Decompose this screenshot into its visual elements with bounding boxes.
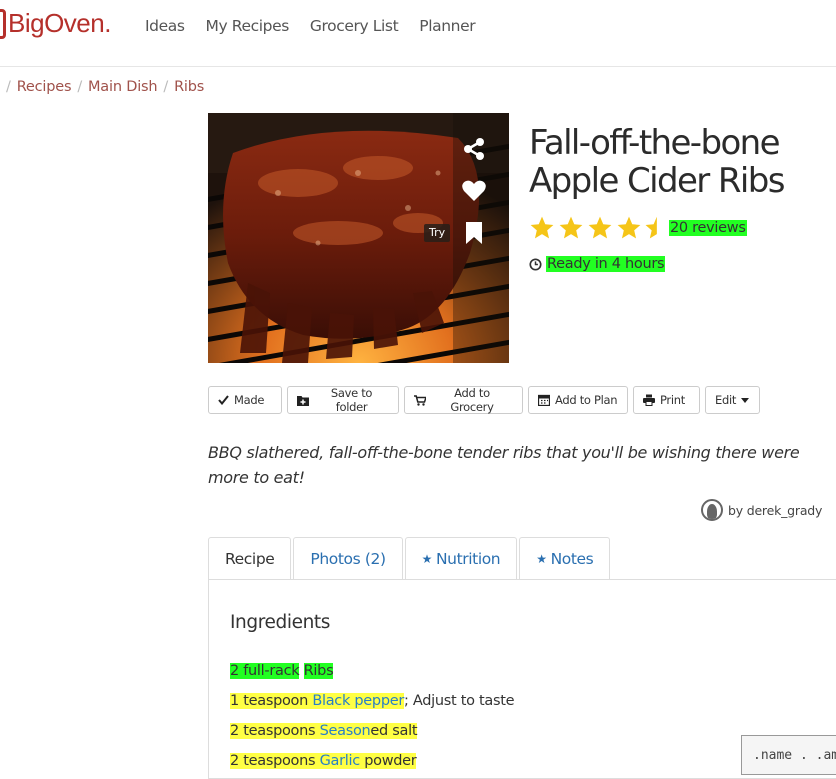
- bookmark-icon: [466, 222, 482, 244]
- calendar-icon: [538, 394, 550, 406]
- ingredient-item: 2 teaspoons Garlic powder: [230, 746, 514, 776]
- star-full-icon: [617, 216, 641, 239]
- ingredient-note: ; Adjust to taste: [404, 693, 515, 709]
- ingredient-item: 2 full-rack Ribs: [230, 656, 514, 686]
- add-to-grocery-button[interactable]: Add to Grocery: [404, 386, 523, 414]
- ingredient-link[interactable]: Black pepper: [312, 693, 404, 709]
- folder-plus-icon: [297, 395, 309, 406]
- devtools-overlay: .name . .am: [741, 735, 836, 775]
- nav-my-recipes[interactable]: My Recipes: [206, 17, 290, 35]
- star-half-icon: [645, 216, 657, 239]
- star-icon: ★: [536, 551, 547, 566]
- cart-icon: [414, 394, 426, 406]
- nav-grocery-list[interactable]: Grocery List: [310, 17, 399, 35]
- star-rating[interactable]: [529, 215, 659, 241]
- add-to-plan-label: Add to Plan: [555, 393, 618, 407]
- recipe-title: Fall-off-the-bone Apple Cider Ribs: [529, 123, 785, 201]
- printer-icon: [643, 394, 655, 406]
- made-label: Made: [234, 393, 265, 407]
- nav-planner[interactable]: Planner: [419, 17, 475, 35]
- main-nav: Ideas My Recipes Grocery List Planner: [145, 17, 476, 35]
- ingredient-quantity: 2 full-rack: [230, 663, 300, 679]
- favorite-button[interactable]: [458, 175, 490, 207]
- star-full-icon: [559, 216, 583, 239]
- tab-notes[interactable]: ★ Notes: [519, 537, 611, 579]
- tab-nutrition[interactable]: ★ Nutrition: [404, 537, 518, 579]
- try-tooltip: Try: [424, 224, 451, 242]
- ingredient-name: Ribs: [303, 663, 334, 679]
- made-button[interactable]: Made: [208, 386, 282, 414]
- recipe-description: BBQ slathered, fall-off-the-bone tender …: [208, 443, 800, 487]
- avatar: [701, 499, 723, 521]
- ingredient-link[interactable]: Garlic: [319, 753, 360, 769]
- brand-name: BigOven.: [8, 8, 111, 38]
- breadcrumb-ribs[interactable]: Ribs: [174, 79, 204, 95]
- ingredient-link[interactable]: Season: [319, 723, 371, 739]
- brand-logo[interactable]: BigOven.: [0, 8, 111, 39]
- add-to-grocery-label: Add to Grocery: [450, 386, 494, 414]
- ingredient-note: ed salt: [370, 723, 418, 739]
- tab-photos-label: Photos (2): [310, 549, 386, 568]
- star-full-icon: [588, 216, 612, 239]
- edit-label: Edit: [715, 393, 737, 407]
- breadcrumb-separator: /: [77, 79, 82, 95]
- photo-actions: [458, 133, 490, 249]
- breadcrumb: / Recipes / Main Dish / Ribs: [0, 79, 204, 95]
- breadcrumb-separator: /: [163, 79, 169, 95]
- recipe-tabs: Recipe Photos (2) ★ Nutrition ★ Notes: [208, 537, 611, 580]
- tab-nutrition-label: Nutrition: [435, 549, 501, 568]
- heart-icon: [462, 180, 486, 201]
- breadcrumb-main-dish[interactable]: Main Dish: [88, 79, 158, 95]
- ingredient-item: 1 teaspoon Black pepper; Adjust to taste: [230, 686, 515, 716]
- check-icon: [218, 395, 229, 405]
- caret-down-icon: [741, 397, 750, 403]
- logo-icon: [0, 8, 6, 39]
- recipe-actions: Made Save to folder Add to Grocery Add t…: [208, 386, 760, 414]
- ingredient-quantity: 2 teaspoons: [230, 723, 316, 739]
- ingredient-note: powder: [359, 753, 417, 769]
- share-button[interactable]: [458, 133, 490, 165]
- breadcrumb-recipes[interactable]: Recipes: [17, 79, 72, 95]
- print-label: Print: [660, 393, 685, 407]
- tab-notes-label: Notes: [550, 549, 594, 568]
- ingredients-list: 2 full-rack Ribs 1 teaspoon Black pepper…: [230, 656, 515, 776]
- top-navbar: BigOven. Ideas My Recipes Grocery List P…: [0, 0, 836, 67]
- ingredient-quantity: 2 teaspoons: [230, 753, 316, 769]
- tab-recipe-label: Recipe: [225, 550, 275, 568]
- ingredient-item: 2 teaspoons Seasoned salt: [230, 716, 514, 746]
- ready-time-text: Ready in 4 hours: [546, 256, 666, 272]
- ingredients-heading: Ingredients: [230, 612, 330, 633]
- breadcrumb-separator: /: [6, 79, 11, 95]
- clock-icon: [529, 257, 542, 271]
- save-to-folder-label: Save to folder: [330, 386, 373, 414]
- tab-recipe[interactable]: Recipe: [208, 537, 292, 580]
- star-icon: ★: [421, 551, 433, 566]
- ingredient-quantity: 1 teaspoon: [230, 693, 309, 709]
- add-to-plan-button[interactable]: Add to Plan: [528, 386, 628, 414]
- save-to-folder-button[interactable]: Save to folder: [287, 386, 399, 414]
- bookmark-button[interactable]: [458, 217, 490, 249]
- tab-photos[interactable]: Photos (2): [293, 537, 403, 579]
- print-button[interactable]: Print: [633, 386, 700, 414]
- author-name: by derek_grady: [728, 502, 823, 518]
- reviews-link[interactable]: 20 reviews: [669, 220, 747, 236]
- share-icon: [464, 138, 484, 160]
- edit-dropdown-button[interactable]: Edit: [705, 386, 760, 414]
- ready-time: Ready in 4 hours: [529, 256, 666, 272]
- author[interactable]: by derek_grady: [701, 499, 822, 521]
- nav-ideas[interactable]: Ideas: [145, 17, 185, 35]
- star-full-icon: [530, 216, 554, 239]
